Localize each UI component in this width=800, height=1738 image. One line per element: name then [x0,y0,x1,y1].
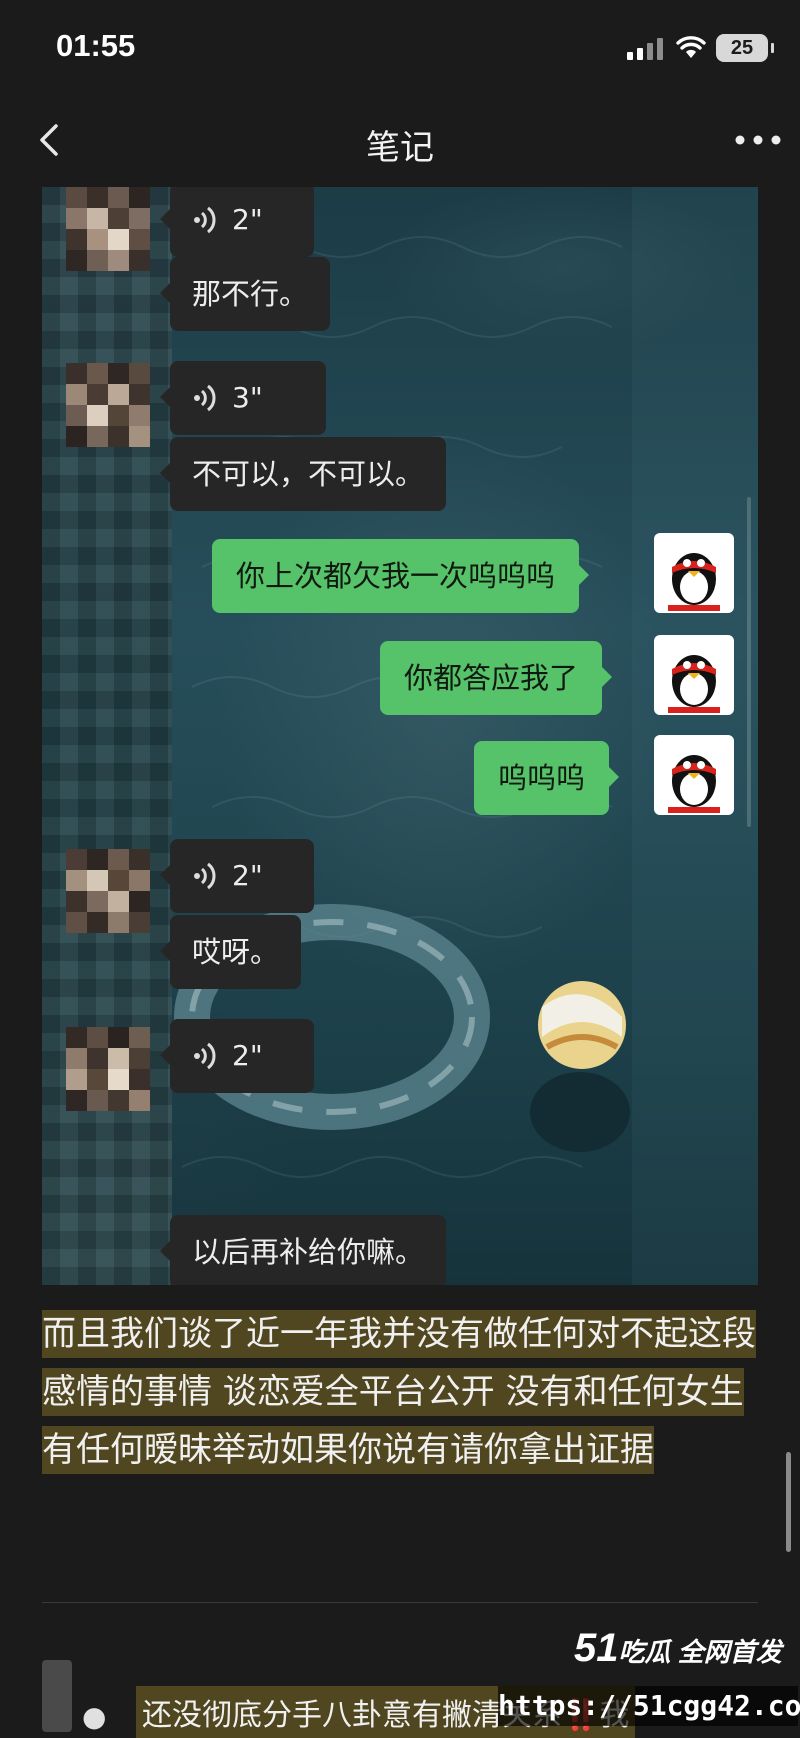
bullet-dot: ● [82,1700,107,1733]
contact-avatar-pixelated [66,187,150,271]
chat-screenshot-image[interactable]: 2" 那不行。 3" 不可以，不可以。 你上次都欠我一次呜呜呜 你都答应我了 呜… [42,187,758,1285]
beach-ball-illustration [530,981,630,1152]
voice-duration: 2" [232,203,263,236]
penguin-avatar-icon [654,635,734,715]
voice-duration: 3" [232,381,263,414]
wifi-icon [676,36,706,58]
page-scrollbar[interactable] [786,1452,791,1552]
voice-wave-icon [194,384,216,412]
voice-wave-icon [194,862,216,890]
watermark-tagline: 吃瓜 全网首发 [618,1637,782,1667]
message-bubble-left: 不可以，不可以。 [159,437,447,511]
voice-wave-icon [194,206,216,234]
highlighted-text: 而且我们谈了近一年我并没有做任何对不起这段感情的事情 谈恋爱全平台公开 没有和任… [42,1310,756,1474]
section-divider [42,1602,758,1603]
contact-avatar-pixelated [66,1027,150,1111]
voice-wave-icon [194,1042,216,1070]
voice-duration: 2" [232,1039,263,1072]
nav-bar: 笔记 [0,100,800,182]
message-bubble-left: 哎呀。 [159,915,302,989]
contact-avatar-pixelated [66,363,150,447]
page-title: 笔记 [366,128,434,168]
message-bubble-left: 以后再补给你嘛。 [159,1215,447,1285]
watermark-brand-number: 51 [574,1626,619,1670]
watermark-url: https://51cgg42.com [498,1686,800,1726]
penguin-avatar-icon [654,735,734,815]
message-bubble-right: 呜呜呜 [474,741,620,815]
voice-message-bubble[interactable]: 2" [160,187,314,257]
more-options-icon[interactable] [730,118,786,162]
quote-bar [42,1660,72,1732]
cellular-signal-icon [627,36,663,60]
message-bubble-right: 你上次都欠我一次呜呜呜 [212,539,590,613]
contact-avatar-pixelated [66,849,150,933]
site-watermark: 51吃瓜 全网首发 https://51cgg42.com [498,1626,800,1732]
voice-message-bubble[interactable]: 2" [160,1019,314,1093]
battery-icon: 25 [716,34,774,62]
message-bubble-right: 你都答应我了 [380,641,613,715]
penguin-avatar-icon [654,533,734,613]
status-bar: 01:55 25 [0,0,800,100]
voice-message-bubble[interactable]: 2" [160,839,314,913]
message-bubble-left: 那不行。 [159,257,331,331]
status-time: 01:55 [56,28,136,63]
watermark-brand: 51吃瓜 全网首发 [574,1626,782,1671]
chat-scrollbar [747,497,751,827]
voice-duration: 2" [232,859,263,892]
note-paragraph: 而且我们谈了近一年我并没有做任何对不起这段感情的事情 谈恋爱全平台公开 没有和任… [42,1305,762,1479]
voice-message-bubble[interactable]: 3" [160,361,326,435]
blurred-left-strip [42,187,172,1285]
